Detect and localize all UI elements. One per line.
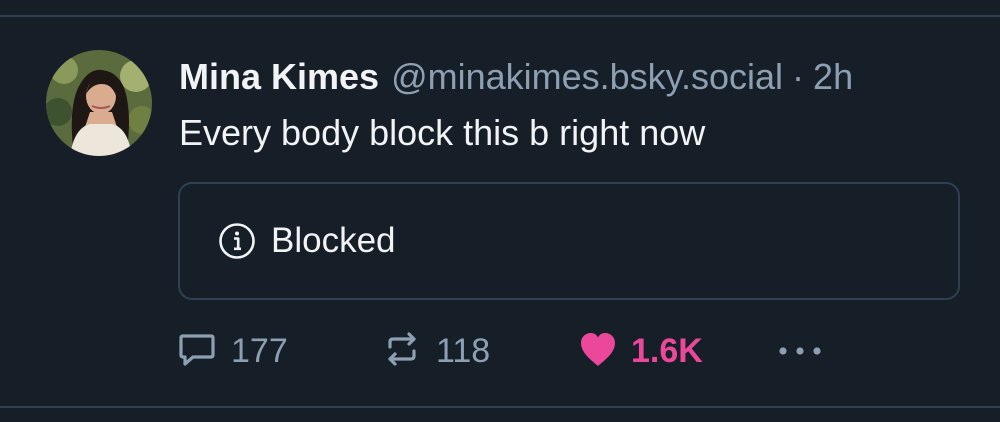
reply-icon bbox=[177, 329, 217, 374]
repost-icon bbox=[382, 329, 422, 374]
post-actions: 177 118 1.6K bbox=[177, 326, 877, 376]
post-header: Mina Kimes @minakimes.bsky.social · 2h bbox=[179, 56, 853, 98]
avatar[interactable] bbox=[46, 50, 152, 156]
more-horizontal-icon bbox=[777, 329, 823, 374]
top-divider bbox=[0, 15, 1000, 17]
author-display-name[interactable]: Mina Kimes bbox=[179, 56, 379, 98]
reply-count: 177 bbox=[231, 331, 288, 370]
reply-button[interactable]: 177 bbox=[177, 326, 288, 376]
repost-button[interactable]: 118 bbox=[382, 326, 490, 376]
header-separator: · bbox=[792, 56, 805, 97]
like-button[interactable]: 1.6K bbox=[577, 326, 703, 376]
post-timestamp[interactable]: 2h bbox=[813, 56, 853, 98]
avatar-image bbox=[46, 50, 152, 156]
bottom-divider bbox=[0, 406, 1000, 408]
heart-icon bbox=[577, 329, 619, 374]
more-options-button[interactable] bbox=[777, 326, 823, 376]
blocked-embed[interactable]: Blocked bbox=[178, 182, 960, 300]
author-handle[interactable]: @minakimes.bsky.social bbox=[391, 56, 783, 98]
blocked-label: Blocked bbox=[271, 221, 396, 260]
post-text: Every body block this b right now bbox=[179, 112, 706, 153]
info-circle-icon bbox=[218, 222, 256, 260]
like-count: 1.6K bbox=[631, 331, 703, 370]
repost-count: 118 bbox=[436, 331, 491, 370]
